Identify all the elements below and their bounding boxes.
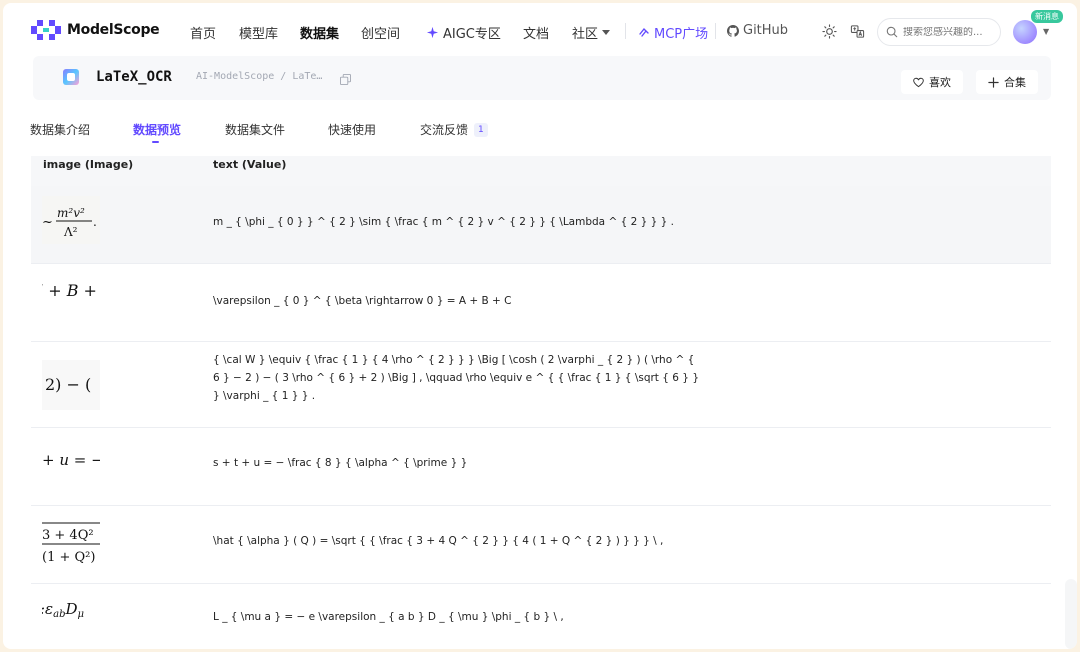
svg-text:2) − (: 2) − (	[45, 375, 91, 394]
formula-image[interactable]: 2) − (	[42, 360, 100, 410]
scrollbar[interactable]	[1065, 579, 1077, 649]
translate-icon	[850, 24, 864, 38]
nav-models[interactable]: 模型库	[239, 23, 278, 42]
collect-label: 合集	[1004, 76, 1026, 89]
table-header: image (Image) text (Value)	[31, 156, 1051, 186]
formula-latex: m _ { \phi _ { 0 } } ^ { 2 } \sim { \fra…	[213, 216, 675, 228]
svg-text:l + B +: l + B +	[42, 281, 97, 300]
language-toggle-button[interactable]	[849, 23, 865, 39]
tab-data-preview[interactable]: 数据预览	[133, 121, 181, 138]
theme-toggle-button[interactable]	[821, 23, 837, 39]
sun-icon	[821, 23, 837, 39]
nav-community[interactable]: 社区	[572, 23, 611, 42]
nav-github[interactable]: GitHub	[727, 23, 788, 38]
table-row[interactable]: + u = − s + t + u = − \frac { 8 } { \alp…	[31, 428, 1051, 506]
formula-latex: s + t + u = − \frac { 8 } { \alpha ^ { \…	[213, 457, 468, 469]
dataset-icon	[63, 69, 79, 85]
search-input[interactable]	[903, 26, 995, 38]
tab-feedback[interactable]: 交流反馈 1	[420, 121, 488, 138]
svg-text:3 + 4Q²: 3 + 4Q²	[42, 528, 94, 543]
table-row[interactable]: :εabDμ L _ { \mu a } = − e \varepsilon _…	[31, 584, 1051, 649]
formula-image[interactable]: 3 + 4Q² (1 + Q²)	[42, 520, 100, 570]
feedback-count-badge: 1	[474, 122, 488, 137]
nav-studios[interactable]: 创空间	[361, 23, 400, 42]
nav-mcp[interactable]: MCP广场	[638, 23, 708, 42]
dataset-header: LaTeX_OCR AI-ModelScope / LaTe… 喜欢 合集	[33, 56, 1051, 100]
tab-dataset-intro[interactable]: 数据集介绍	[30, 121, 90, 138]
collect-button[interactable]: 合集	[976, 70, 1038, 94]
like-button[interactable]: 喜欢	[901, 70, 963, 94]
formula-image[interactable]: :εabDμ	[42, 592, 100, 640]
svg-text::εabDμ: :εabDμ	[42, 600, 84, 620]
heart-icon	[913, 77, 924, 87]
table-row[interactable]: 3 + 4Q² (1 + Q²) \hat { \alpha } ( Q ) =…	[31, 506, 1051, 584]
search-icon	[886, 26, 898, 38]
app-frame: ModelScope 首页 模型库 数据集 创空间 AIGC专区 文档 社区 M…	[3, 3, 1077, 649]
search-box[interactable]	[877, 18, 1001, 46]
tab-feedback-label: 交流反馈	[420, 123, 469, 137]
brand-logo[interactable]: ModelScope	[31, 20, 160, 40]
svg-text:(1 + Q²): (1 + Q²)	[42, 550, 95, 565]
avatar-caret-icon[interactable]: ▼	[1043, 27, 1049, 36]
active-tab-indicator	[152, 141, 159, 143]
dataset-title: LaTeX_OCR	[96, 69, 172, 85]
nav-aigc-label: AIGC专区	[443, 27, 501, 42]
column-header-text: text (Value)	[213, 158, 287, 171]
column-header-image: image (Image)	[43, 158, 134, 171]
table-row[interactable]: l + B + \varepsilon _ { 0 } ^ { \beta \r…	[31, 264, 1051, 342]
nav-mcp-label: MCP广场	[654, 27, 709, 42]
top-nav: ModelScope 首页 模型库 数据集 创空间 AIGC专区 文档 社区 M…	[3, 3, 1077, 59]
user-avatar[interactable]	[1013, 20, 1037, 44]
github-icon	[727, 24, 739, 37]
nav-aigc[interactable]: AIGC专区	[426, 23, 501, 42]
formula-latex: L _ { \mu a } = − e \varepsilon _ { a b …	[213, 611, 564, 623]
table-row[interactable]: ~ m²v² Λ² . m _ { \phi _ { 0 } } ^ { 2 }…	[31, 186, 1051, 264]
dataset-breadcrumb[interactable]: AI-ModelScope / LaTe…	[196, 71, 322, 82]
brand-name: ModelScope	[67, 22, 160, 38]
modelscope-logo-icon	[31, 20, 61, 40]
nav-home[interactable]: 首页	[190, 23, 216, 42]
tab-quick-start[interactable]: 快速使用	[328, 121, 376, 138]
nav-divider	[715, 23, 716, 39]
formula-latex: \hat { \alpha } ( Q ) = \sqrt { { \frac …	[213, 535, 664, 547]
nav-community-label: 社区	[572, 27, 599, 42]
tab-dataset-files[interactable]: 数据集文件	[225, 121, 285, 138]
nav-github-label: GitHub	[743, 23, 789, 38]
sparkle-icon	[426, 26, 439, 39]
mcp-icon	[639, 27, 649, 37]
like-label: 喜欢	[929, 76, 951, 89]
svg-text:m²v²: m²v²	[57, 206, 85, 220]
formula-image[interactable]: + u = −	[42, 440, 100, 488]
formula-image[interactable]: l + B +	[42, 274, 100, 322]
nav-divider	[625, 23, 626, 39]
formula-latex: \varepsilon _ { 0 } ^ { \beta \rightarro…	[213, 295, 512, 307]
copy-icon[interactable]	[340, 70, 352, 85]
svg-text:~: ~	[42, 215, 53, 230]
table-row[interactable]: 2) − ( { \cal W } \equiv { \frac { 1 } {…	[31, 342, 1051, 428]
svg-text:.: .	[93, 215, 97, 229]
preview-table: image (Image) text (Value) ~ m²v² Λ² . m…	[31, 156, 1051, 649]
svg-text:+ u = −: + u = −	[42, 451, 100, 469]
caret-down-icon	[602, 29, 611, 35]
formula-image[interactable]: ~ m²v² Λ² .	[42, 196, 100, 244]
nav-datasets[interactable]: 数据集	[300, 23, 339, 42]
svg-text:Λ²: Λ²	[63, 225, 78, 239]
plus-icon	[988, 76, 999, 88]
formula-latex: { \cal W } \equiv { \frac { 1 } { 4 \rho…	[213, 354, 699, 402]
new-message-badge[interactable]: 新消息	[1031, 10, 1063, 23]
nav-docs[interactable]: 文档	[523, 23, 549, 42]
